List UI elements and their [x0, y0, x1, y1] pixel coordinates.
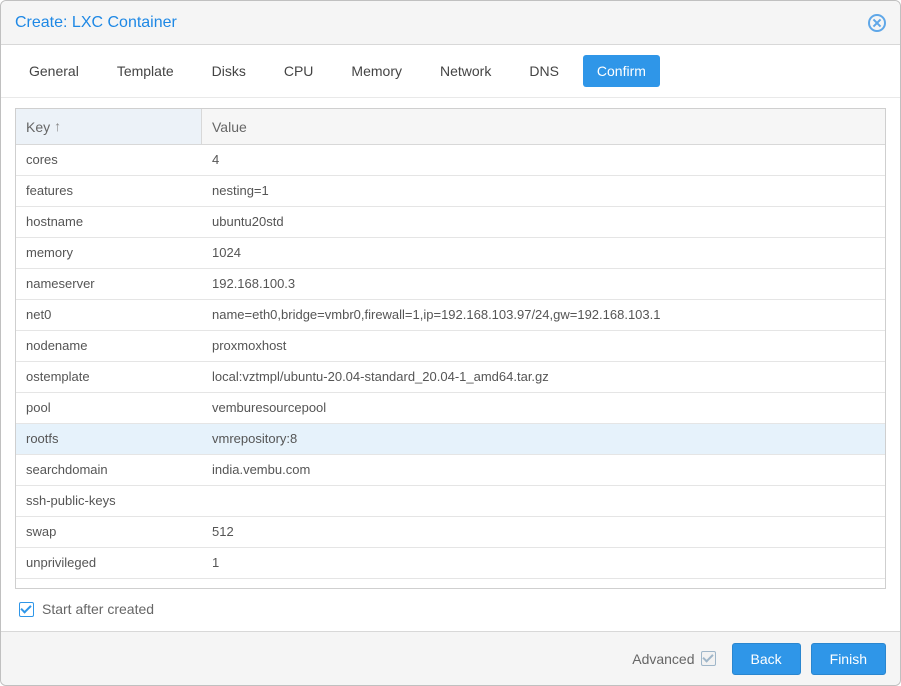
- tab-confirm[interactable]: Confirm: [583, 55, 660, 87]
- table-row[interactable]: swap512: [16, 517, 885, 548]
- table-row[interactable]: ostemplatelocal:vztmpl/ubuntu-20.04-stan…: [16, 362, 885, 393]
- table-row[interactable]: hostnameubuntu20std: [16, 207, 885, 238]
- sort-asc-icon: ↑: [54, 118, 61, 134]
- tab-network[interactable]: Network: [426, 55, 505, 87]
- cell-value: nesting=1: [202, 176, 885, 206]
- cell-key: pool: [16, 393, 202, 423]
- cell-key: searchdomain: [16, 455, 202, 485]
- dialog-window: Create: LXC Container General Template Dis…: [0, 0, 901, 686]
- grid-body[interactable]: cores4featuresnesting=1hostnameubuntu20s…: [16, 145, 885, 588]
- cell-value: name=eth0,bridge=vmbr0,firewall=1,ip=192…: [202, 300, 885, 330]
- close-icon[interactable]: [868, 14, 886, 32]
- tab-template[interactable]: Template: [103, 55, 188, 87]
- cell-key: ssh-public-keys: [16, 486, 202, 516]
- start-after-label: Start after created: [42, 601, 154, 617]
- cell-value: proxmoxhost: [202, 331, 885, 361]
- start-after-row: Start after created: [15, 589, 886, 621]
- advanced-checkbox[interactable]: [701, 651, 716, 666]
- cell-key: ostemplate: [16, 362, 202, 392]
- summary-grid: Key ↑ Value cores4featuresnesting=1hostn…: [15, 108, 886, 589]
- table-row[interactable]: cores4: [16, 145, 885, 176]
- column-header-key[interactable]: Key ↑: [16, 109, 202, 144]
- cell-key: hostname: [16, 207, 202, 237]
- dialog-title: Create: LXC Container: [15, 14, 177, 32]
- cell-value: vmrepository:8: [202, 424, 885, 454]
- table-row[interactable]: nameserver192.168.100.3: [16, 269, 885, 300]
- table-row[interactable]: featuresnesting=1: [16, 176, 885, 207]
- grid-header: Key ↑ Value: [16, 109, 885, 145]
- cell-key: nodename: [16, 331, 202, 361]
- tab-cpu[interactable]: CPU: [270, 55, 328, 87]
- cell-value: [202, 486, 885, 516]
- table-row[interactable]: poolvemburesourcepool: [16, 393, 885, 424]
- tab-strip: General Template Disks CPU Memory Network DNS C…: [1, 45, 900, 98]
- cell-key: net0: [16, 300, 202, 330]
- cell-key: cores: [16, 145, 202, 175]
- cell-key: unprivileged: [16, 548, 202, 578]
- table-row[interactable]: searchdomainindia.vembu.com: [16, 455, 885, 486]
- tab-disks[interactable]: Disks: [198, 55, 260, 87]
- cell-value: vemburesourcepool: [202, 393, 885, 423]
- finish-button[interactable]: Finish: [811, 643, 886, 675]
- column-header-value[interactable]: Value: [202, 109, 885, 144]
- titlebar: Create: LXC Container: [1, 1, 900, 45]
- dialog-body: Key ↑ Value cores4featuresnesting=1hostn…: [1, 98, 900, 631]
- tab-dns[interactable]: DNS: [515, 55, 573, 87]
- cell-key: features: [16, 176, 202, 206]
- table-row[interactable]: ssh-public-keys: [16, 486, 885, 517]
- table-row[interactable]: rootfsvmrepository:8: [16, 424, 885, 455]
- table-row[interactable]: nodenameproxmoxhost: [16, 331, 885, 362]
- tab-memory[interactable]: Memory: [337, 55, 416, 87]
- start-after-checkbox[interactable]: [19, 602, 34, 617]
- cell-key: swap: [16, 517, 202, 547]
- column-header-key-label: Key: [26, 119, 50, 135]
- table-row[interactable]: net0name=eth0,bridge=vmbr0,firewall=1,ip…: [16, 300, 885, 331]
- advanced-label: Advanced: [632, 651, 694, 667]
- footer-bar: Advanced Back Finish: [1, 631, 900, 685]
- cell-key: memory: [16, 238, 202, 268]
- advanced-toggle[interactable]: Advanced: [632, 651, 715, 667]
- cell-key: nameserver: [16, 269, 202, 299]
- table-row[interactable]: memory1024: [16, 238, 885, 269]
- cell-value: india.vembu.com: [202, 455, 885, 485]
- cell-key: rootfs: [16, 424, 202, 454]
- cell-value: 1: [202, 548, 885, 578]
- cell-value: 512: [202, 517, 885, 547]
- tab-general[interactable]: General: [15, 55, 93, 87]
- cell-value: 192.168.100.3: [202, 269, 885, 299]
- column-header-value-label: Value: [212, 119, 247, 135]
- back-button[interactable]: Back: [732, 643, 801, 675]
- cell-value: ubuntu20std: [202, 207, 885, 237]
- table-row[interactable]: unprivileged1: [16, 548, 885, 579]
- cell-value: local:vztmpl/ubuntu-20.04-standard_20.04…: [202, 362, 885, 392]
- cell-value: 4: [202, 145, 885, 175]
- cell-value: 1024: [202, 238, 885, 268]
